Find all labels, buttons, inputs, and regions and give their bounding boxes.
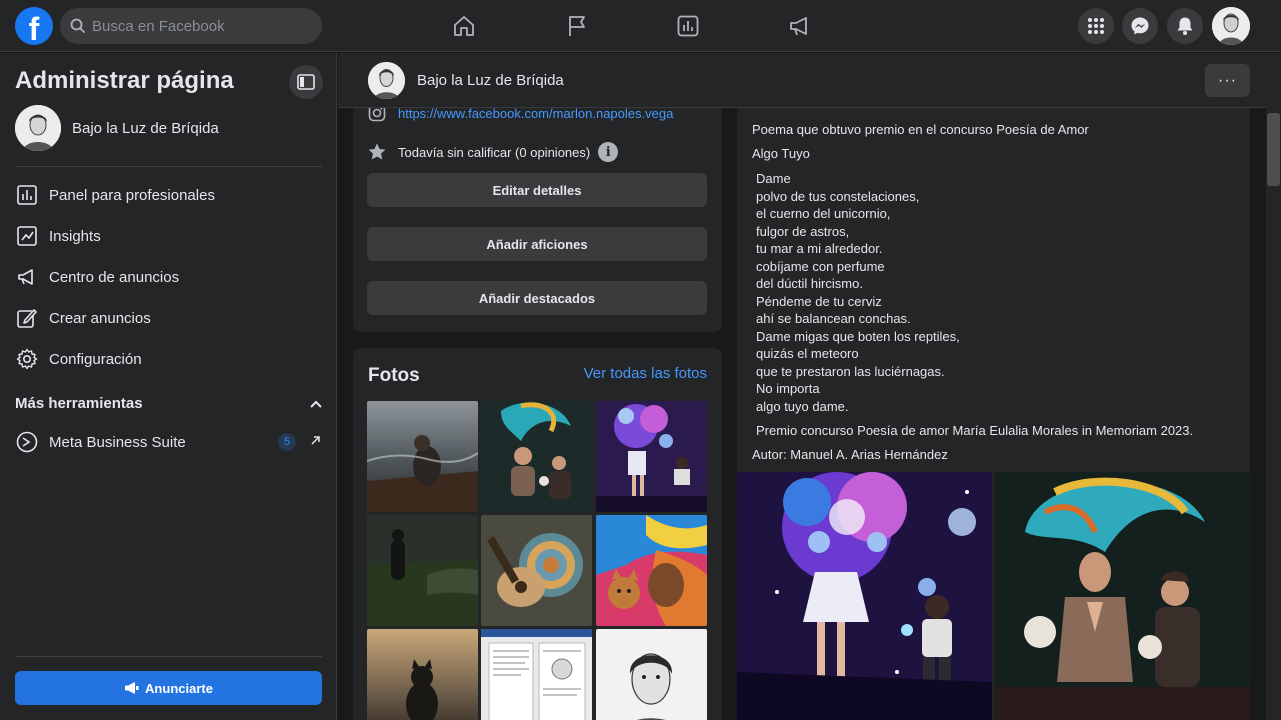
insights-icon: [15, 224, 39, 248]
sidebar-item-meta-business-suite[interactable]: Meta Business Suite: [15, 424, 322, 460]
post-card: Poema que obtuvo premio en el concurso P…: [737, 80, 1250, 720]
promote-button[interactable]: Anunciarte: [15, 671, 322, 705]
messenger-icon[interactable]: [1122, 8, 1158, 44]
photo-thumbnail[interactable]: [481, 515, 592, 626]
star-icon: [367, 142, 387, 162]
facebook-logo[interactable]: f: [15, 7, 53, 45]
megaphone-icon: [15, 265, 39, 289]
post-text: Poema que obtuvo premio en el concurso P…: [752, 122, 1089, 137]
sidebar-page-profile[interactable]: Bajo la Luz de Bríqida: [15, 105, 219, 151]
pencil-icon: [15, 306, 39, 330]
poem-line: el cuerno del unicornio,: [756, 206, 891, 221]
external-link-icon[interactable]: [310, 435, 321, 446]
sidebar-item-insights[interactable]: Insights: [15, 218, 322, 254]
poem-line: que te prestaron las luciérnagas.: [756, 363, 945, 379]
photo-thumbnail[interactable]: [596, 629, 707, 720]
insights-icon[interactable]: [672, 10, 704, 42]
poem-line: fulgor de astros,: [756, 223, 850, 239]
poem-line: ahí se balancean conchas.: [756, 311, 911, 326]
search-icon: [70, 18, 86, 34]
page-header: Bajo la Luz de Bríqida ···: [338, 53, 1266, 108]
page-avatar[interactable]: [368, 62, 405, 99]
photo-thumbnail[interactable]: [481, 629, 592, 720]
sidebar-title: Administrar página: [15, 67, 234, 94]
page-avatar: [15, 105, 61, 151]
menu-grid-icon[interactable]: [1078, 8, 1114, 44]
photo-thumbnail[interactable]: [481, 401, 592, 512]
info-icon[interactable]: i: [598, 142, 619, 162]
sidebar-item-label: Configuración: [49, 350, 142, 368]
post-image[interactable]: [995, 472, 1250, 720]
megaphone-icon: [125, 682, 139, 694]
dashboard-icon: [15, 183, 39, 207]
sidebar-item-label: Meta Business Suite: [49, 433, 186, 451]
rating-row: Todavía sin calificar (0 opiniones) i: [367, 142, 619, 162]
more-tools-header[interactable]: Más herramientas: [15, 395, 322, 412]
chevron-up-icon[interactable]: [310, 400, 322, 408]
gear-icon: [15, 347, 39, 371]
search-box[interactable]: [60, 8, 322, 44]
bell-icon[interactable]: [1167, 8, 1203, 44]
poem-line: quizás el meteoro: [756, 346, 859, 361]
page-name[interactable]: Bajo la Luz de Bríqida: [417, 72, 564, 89]
photo-thumbnail[interactable]: [596, 515, 707, 626]
scrollbar-thumb[interactable]: [1267, 113, 1280, 186]
section-title: Más herramientas: [15, 395, 143, 412]
notification-badge: 5: [278, 433, 296, 451]
poem-line: algo tuyo dame.: [756, 398, 849, 414]
poem-body: Dame polvo de tus constelaciones, el cue…: [756, 170, 960, 415]
megaphone-icon[interactable]: [784, 10, 816, 42]
poem-line: Dame: [756, 171, 791, 186]
prize-text: Premio concurso Poesía de amor María Eul…: [756, 423, 1194, 438]
rating-text: Todavía sin calificar (0 opiniones): [398, 144, 591, 160]
poem-line: Dame migas que boten los reptiles,: [756, 328, 960, 344]
poem-line: tu mar a mi alrededor.: [756, 241, 883, 256]
poem-title: Algo Tuyo: [752, 146, 810, 161]
add-hobbies-button[interactable]: Añadir aficiones: [367, 227, 707, 261]
see-all-photos-link[interactable]: Ver todas las fotos: [584, 365, 707, 382]
home-icon[interactable]: [448, 10, 480, 42]
photo-thumbnail[interactable]: [596, 401, 707, 512]
post-image[interactable]: [737, 472, 992, 720]
sidebar-item-professional-dashboard[interactable]: Panel para profesionales: [15, 177, 322, 213]
sidebar-item-ad-center[interactable]: Centro de anuncios: [15, 259, 322, 295]
poem-line: Péndeme de tu cerviz: [756, 293, 882, 309]
photo-thumbnail[interactable]: [367, 629, 478, 720]
flag-icon[interactable]: [561, 10, 593, 42]
collapse-sidebar-icon[interactable]: [289, 65, 323, 99]
meta-business-suite-icon: [15, 430, 39, 454]
add-featured-button[interactable]: Añadir destacados: [367, 281, 707, 315]
sidebar-item-label: Centro de anuncios: [49, 268, 180, 286]
sidebar-item-create-ads[interactable]: Crear anuncios: [15, 300, 322, 336]
sidebar-item-label: Insights: [49, 227, 101, 245]
photo-thumbnail[interactable]: [367, 401, 478, 512]
promote-button-label: Anunciarte: [145, 680, 213, 696]
divider: [15, 656, 322, 657]
sidebar-item-settings[interactable]: Configuración: [15, 341, 322, 377]
sidebar-item-label: Crear anuncios: [49, 309, 151, 327]
poem-line: polvo de tus constelaciones,: [756, 188, 920, 204]
photos-title: Fotos: [368, 365, 420, 386]
account-avatar[interactable]: [1212, 7, 1250, 45]
photo-thumbnail[interactable]: [367, 515, 478, 626]
author-text: Autor: Manuel A. Arias Hernández: [752, 447, 948, 462]
intro-card: https://www.facebook.com/marlon.napoles.…: [353, 80, 722, 332]
more-options-button[interactable]: ···: [1205, 64, 1250, 97]
poem-line: del dúctil hircismo.: [756, 276, 863, 291]
divider: [15, 166, 322, 167]
sidebar-page-name: Bajo la Luz de Bríqida: [72, 119, 219, 137]
sidebar-item-label: Panel para profesionales: [49, 186, 215, 204]
top-navigation-bar: f: [0, 0, 1281, 52]
photos-card: Fotos Ver todas las fotos: [353, 348, 722, 720]
search-input[interactable]: [92, 17, 302, 35]
poem-line: No importa: [756, 381, 820, 396]
poem-line: cobíjame con perfume: [756, 258, 885, 274]
manage-page-sidebar: Administrar página Bajo la Luz de Bríqid…: [0, 53, 337, 720]
edit-details-button[interactable]: Editar detalles: [367, 173, 707, 207]
